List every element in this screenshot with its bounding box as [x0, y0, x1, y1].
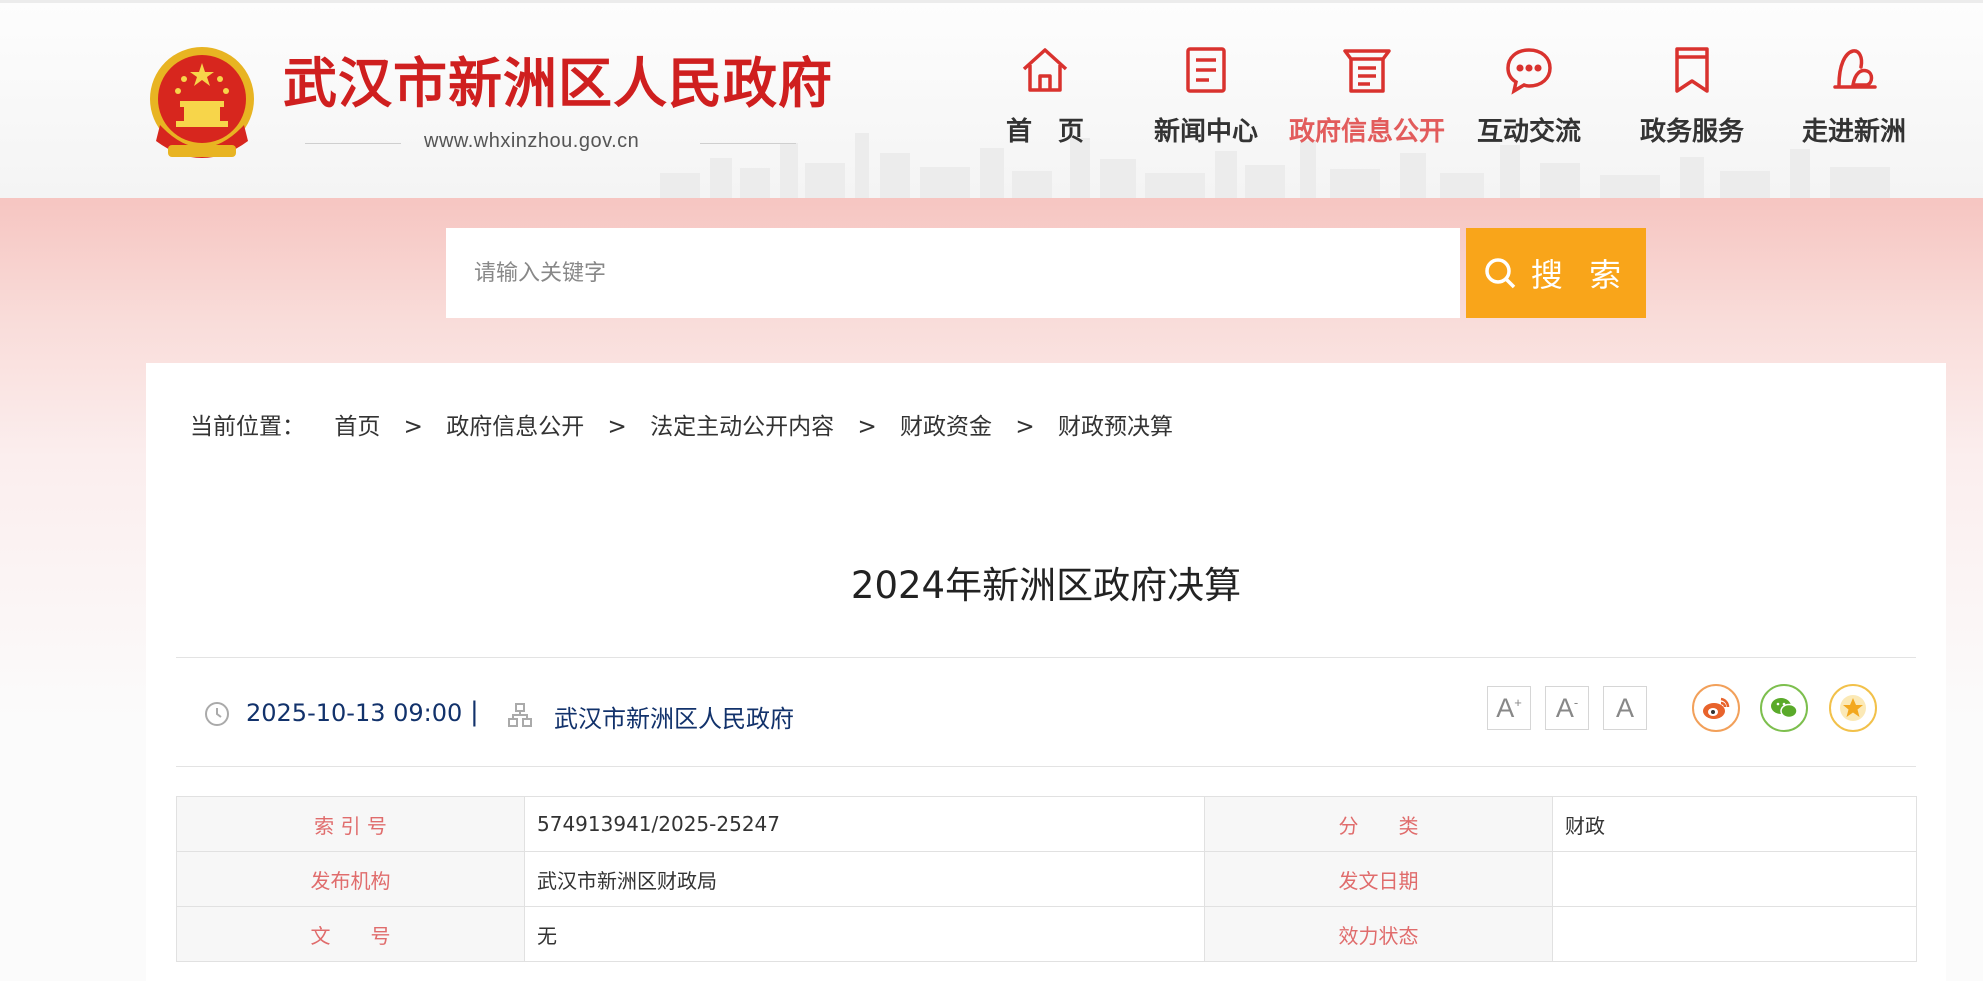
breadcrumb-item-budget-accounts[interactable]: 财政预决算 [1058, 414, 1173, 440]
label-issue-date: 发文日期 [1204, 851, 1553, 907]
breadcrumb-prefix: 当前位置： [190, 414, 305, 440]
meta-separator: | [470, 697, 479, 727]
value-index-number: 574913941/2025-25247 [524, 796, 1205, 852]
favorite-button[interactable] [1829, 684, 1877, 732]
nav-label: 首 页 [1005, 117, 1084, 147]
favorite-star-icon [1840, 695, 1866, 721]
search-button-label: 搜 索 [1530, 256, 1630, 294]
value-document-number: 无 [524, 906, 1205, 962]
publish-date: 2025-10-13 09:00 [246, 699, 463, 727]
breadcrumb-item-statutory-content[interactable]: 法定主动公开内容 [650, 414, 834, 440]
nav-item-about[interactable]: 走进新洲 [1774, 43, 1934, 148]
nav-item-info-disclosure[interactable]: 政府信息公开 [1287, 43, 1447, 148]
url-divider-right [700, 143, 796, 144]
url-divider-left [305, 143, 401, 144]
value-issuing-agency: 武汉市新洲区财政局 [524, 851, 1205, 907]
breadcrumb-separator: > [1015, 414, 1035, 440]
nav-item-interaction[interactable]: 互动交流 [1449, 43, 1609, 148]
search-button[interactable]: 搜 索 [1466, 228, 1646, 318]
table-row: 索 引 号 574913941/2025-25247 分 类 财政 [176, 796, 1917, 852]
label-document-number: 文 号 [176, 906, 525, 962]
breadcrumb-item-info-disclosure[interactable]: 政府信息公开 [446, 414, 584, 440]
nav-label: 政府信息公开 [1288, 117, 1445, 147]
font-increase-button[interactable]: A + [1487, 686, 1531, 730]
meta-divider [176, 766, 1916, 767]
value-issue-date [1552, 851, 1917, 907]
search-input[interactable] [446, 228, 1460, 318]
chat-bubble-icon [1506, 48, 1552, 95]
wechat-icon [1771, 698, 1798, 719]
news-document-icon [1186, 47, 1226, 93]
national-emblem-icon [150, 47, 254, 158]
document-info-table: 索 引 号 574913941/2025-25247 分 类 财政 发布机构 武… [176, 796, 1917, 962]
article-card: 当前位置： 首页 > 政府信息公开 > 法定主动公开内容 > 财政资金 > 财政… [146, 363, 1946, 981]
label-validity-status: 效力状态 [1204, 906, 1553, 962]
organization-icon [508, 703, 532, 727]
site-header: 武汉市新洲区人民政府 www.whxinzhou.gov.cn 首 页 新闻中心… [0, 0, 1983, 201]
landmark-icon [1833, 49, 1877, 89]
breadcrumb-item-home[interactable]: 首页 [334, 414, 380, 440]
search-icon [1485, 258, 1516, 289]
weibo-icon [1703, 697, 1730, 719]
bookmark-icon [1675, 47, 1709, 93]
breadcrumb-separator: > [403, 414, 423, 440]
info-disclosure-icon [1343, 49, 1391, 93]
nav-item-home[interactable]: 首 页 [965, 43, 1125, 148]
nav-label: 政务服务 [1639, 117, 1744, 147]
font-decrease-button[interactable]: A- [1545, 686, 1589, 730]
nav-label: 互动交流 [1476, 117, 1581, 147]
site-url: www.whxinzhou.gov.cn [424, 130, 640, 152]
share-weibo-button[interactable] [1692, 684, 1740, 732]
nav-item-services[interactable]: 政务服务 [1612, 43, 1772, 148]
nav-label: 新闻中心 [1153, 117, 1258, 147]
article-title: 2024年新洲区政府决算 [850, 564, 1242, 607]
font-decrease-label: A [1555, 692, 1574, 723]
site-title[interactable]: 武汉市新洲区人民政府 [283, 39, 833, 118]
home-icon [1022, 48, 1068, 92]
font-reset-button[interactable]: A [1603, 686, 1647, 730]
breadcrumb-separator: > [607, 414, 627, 440]
breadcrumb: 当前位置： 首页 > 政府信息公开 > 法定主动公开内容 > 财政资金 > 财政… [190, 407, 1173, 441]
publisher-name[interactable]: 武汉市新洲区人民政府 [554, 699, 794, 734]
table-row: 发布机构 武汉市新洲区财政局 发文日期 [176, 851, 1917, 907]
font-increase-label: A [1496, 692, 1515, 723]
label-index-number: 索 引 号 [176, 796, 525, 852]
share-wechat-button[interactable] [1760, 684, 1808, 732]
nav-item-news[interactable]: 新闻中心 [1126, 43, 1286, 148]
value-validity-status [1552, 906, 1917, 962]
clock-icon [205, 702, 229, 726]
nav-label: 走进新洲 [1801, 117, 1906, 147]
label-category: 分 类 [1204, 796, 1553, 852]
breadcrumb-separator: > [857, 414, 877, 440]
title-divider [176, 657, 1916, 658]
table-row: 文 号 无 效力状态 [176, 906, 1917, 962]
font-reset-label: A [1615, 692, 1634, 723]
breadcrumb-item-fiscal-funds[interactable]: 财政资金 [900, 414, 992, 440]
label-issuing-agency: 发布机构 [176, 851, 525, 907]
value-category: 财政 [1552, 796, 1917, 852]
